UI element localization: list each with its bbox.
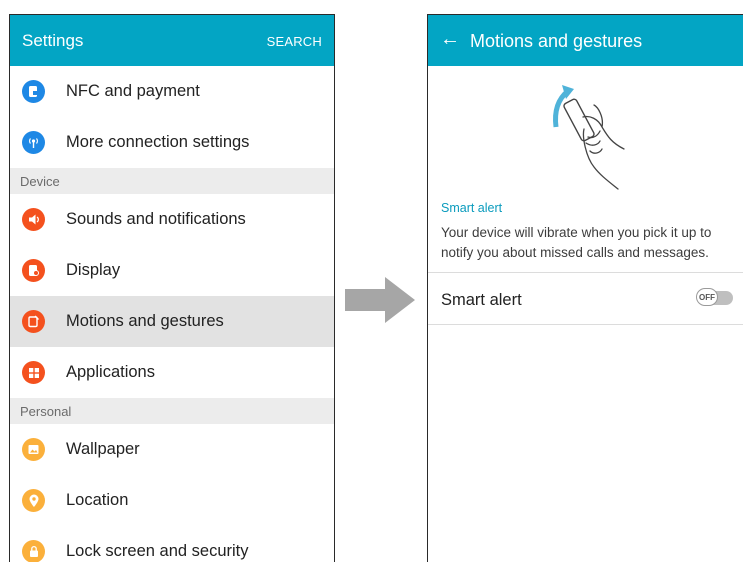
- settings-item-label: Motions and gestures: [66, 312, 224, 330]
- settings-item-more-connection[interactable]: More connection settings: [10, 117, 334, 168]
- motions-app-bar: ← Motions and gestures: [428, 15, 743, 66]
- settings-item-nfc[interactable]: NFC and payment: [10, 66, 334, 117]
- search-button[interactable]: SEARCH: [267, 34, 322, 49]
- settings-item-label: Lock screen and security: [66, 542, 249, 560]
- nfc-icon: [22, 80, 45, 103]
- motions-screen: ← Motions and gestures Smart alert Your …: [427, 14, 743, 562]
- settings-item-label: Sounds and notifications: [66, 210, 246, 228]
- sound-icon: [22, 208, 45, 231]
- settings-item-label: NFC and payment: [66, 82, 200, 100]
- divider: [428, 324, 743, 325]
- settings-app-bar: Settings SEARCH: [10, 15, 334, 66]
- settings-item-sounds[interactable]: Sounds and notifications: [10, 194, 334, 245]
- smart-alert-section-header: Smart alert: [441, 201, 503, 215]
- location-icon: [22, 489, 45, 512]
- lock-icon: [22, 540, 45, 562]
- settings-screen: Settings SEARCH NFC and payment More con…: [9, 14, 335, 562]
- display-icon: [22, 259, 45, 282]
- section-header-device: Device: [10, 168, 334, 194]
- motions-title: Motions and gestures: [470, 31, 643, 51]
- smart-alert-label[interactable]: Smart alert: [441, 291, 522, 310]
- settings-item-applications[interactable]: Applications: [10, 347, 334, 398]
- settings-item-display[interactable]: Display: [10, 245, 334, 296]
- smart-alert-toggle[interactable]: OFF: [696, 288, 733, 306]
- motion-icon: [22, 310, 45, 333]
- smart-alert-description: Your device will vibrate when you pick i…: [441, 225, 712, 260]
- settings-item-motions[interactable]: Motions and gestures: [10, 296, 334, 347]
- settings-item-label: Display: [66, 261, 121, 279]
- settings-item-location[interactable]: Location: [10, 475, 334, 526]
- settings-item-label: Location: [66, 491, 129, 509]
- connection-icon: [22, 131, 45, 154]
- settings-title: Settings: [22, 31, 84, 50]
- settings-item-lock-screen[interactable]: Lock screen and security: [10, 526, 334, 562]
- settings-item-label: Applications: [66, 363, 155, 381]
- toggle-knob: OFF: [696, 288, 718, 306]
- wallpaper-icon: [22, 438, 45, 461]
- settings-item-wallpaper[interactable]: Wallpaper: [10, 424, 334, 475]
- back-arrow-icon[interactable]: ←: [440, 28, 460, 51]
- hand-pickup-illustration: [553, 85, 625, 190]
- apps-icon: [22, 361, 45, 384]
- arrow-right-icon: [345, 277, 415, 323]
- settings-item-label: More connection settings: [66, 133, 250, 151]
- section-header-personal: Personal: [10, 398, 334, 424]
- settings-item-label: Wallpaper: [66, 440, 140, 458]
- divider: [428, 272, 743, 273]
